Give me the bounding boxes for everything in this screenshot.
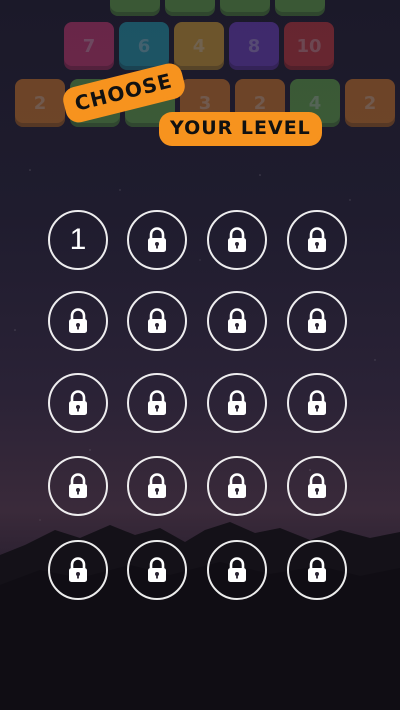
level-button-locked[interactable] xyxy=(48,373,108,433)
lock-icon xyxy=(306,557,328,583)
lock-icon xyxy=(306,473,328,499)
level-button-locked[interactable] xyxy=(287,291,347,351)
level-button-locked[interactable] xyxy=(127,373,187,433)
lock-icon xyxy=(146,473,168,499)
level-button-locked[interactable] xyxy=(48,291,108,351)
lock-icon xyxy=(306,308,328,334)
lock-icon xyxy=(226,390,248,416)
level-button-locked[interactable] xyxy=(127,210,187,270)
level-button-locked[interactable] xyxy=(207,540,267,600)
lock-icon xyxy=(67,557,89,583)
lock-icon xyxy=(146,390,168,416)
level-button-locked[interactable] xyxy=(287,210,347,270)
level-grid: 1 xyxy=(0,0,400,710)
lock-icon xyxy=(67,308,89,334)
lock-icon xyxy=(67,473,89,499)
level-number: 1 xyxy=(69,223,87,256)
level-button-locked[interactable] xyxy=(207,373,267,433)
level-button-locked[interactable] xyxy=(207,456,267,516)
level-button-locked[interactable] xyxy=(287,540,347,600)
lock-icon xyxy=(146,308,168,334)
lock-icon xyxy=(146,557,168,583)
level-button-locked[interactable] xyxy=(207,210,267,270)
level-button-locked[interactable] xyxy=(48,456,108,516)
lock-icon xyxy=(146,227,168,253)
lock-icon xyxy=(306,390,328,416)
lock-icon xyxy=(226,227,248,253)
level-button-locked[interactable] xyxy=(127,456,187,516)
level-button-locked[interactable] xyxy=(127,291,187,351)
level-button-locked[interactable] xyxy=(127,540,187,600)
level-button-locked[interactable] xyxy=(287,456,347,516)
level-button-locked[interactable] xyxy=(48,540,108,600)
lock-icon xyxy=(226,473,248,499)
lock-icon xyxy=(306,227,328,253)
level-button-locked[interactable] xyxy=(207,291,267,351)
level-button-locked[interactable] xyxy=(287,373,347,433)
lock-icon xyxy=(226,308,248,334)
level-button-1[interactable]: 1 xyxy=(48,210,108,270)
lock-icon xyxy=(67,390,89,416)
lock-icon xyxy=(226,557,248,583)
